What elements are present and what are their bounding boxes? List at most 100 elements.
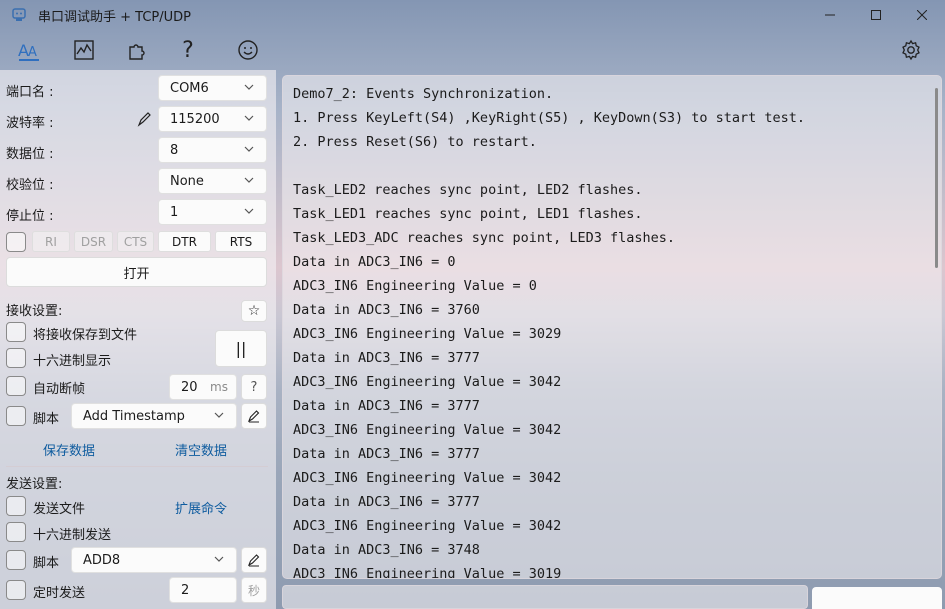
auto-frame-checkbox[interactable]: [6, 376, 26, 396]
parity-value: None: [170, 173, 204, 189]
receive-script-select[interactable]: Add Timestamp: [71, 403, 237, 429]
chevron-down-icon: [244, 146, 254, 152]
star-icon[interactable]: ☆: [241, 300, 267, 322]
window-title: 串口调试助手 + TCP/UDP: [38, 9, 191, 25]
baud-label: 波特率 :: [6, 116, 54, 131]
console-line: 2. Press Reset(S6) to restart.: [293, 134, 537, 150]
signal-ri: RI: [32, 231, 70, 252]
console-text: Demo7_2: Events Synchronization. 1. Press…: [293, 82, 806, 579]
toolbar: A A ?: [0, 30, 945, 70]
console-line: Data in ADC3_IN6 = 3777: [293, 398, 480, 414]
auto-frame-input[interactable]: 20 ms: [169, 374, 237, 400]
port-select[interactable]: COM6: [158, 75, 267, 101]
font-icon[interactable]: A A: [12, 34, 46, 66]
hex-send-label: 十六进制发送: [33, 528, 112, 543]
puzzle-icon[interactable]: [120, 34, 154, 66]
maximize-button[interactable]: [853, 0, 899, 30]
console-line: Data in ADC3_IN6 = 3777: [293, 350, 480, 366]
send-file-checkbox[interactable]: [6, 496, 26, 516]
console-line: ADC3_IN6 Engineering Value = 3019: [293, 566, 562, 579]
send-script-select[interactable]: ADD8: [71, 547, 237, 573]
parity-label: 校验位 :: [6, 178, 54, 193]
open-button[interactable]: 打开: [6, 257, 267, 287]
send-script-label: 脚本: [33, 556, 60, 571]
stopbits-select[interactable]: 1: [158, 199, 267, 225]
stopbits-value: 1: [170, 204, 179, 220]
baud-select[interactable]: 115200: [158, 106, 267, 132]
receive-console[interactable]: Demo7_2: Events Synchronization. 1. Press…: [282, 75, 942, 579]
send-script-value: ADD8: [83, 552, 121, 568]
settings-panel: 端口名 : COM6 波特率 : 115200 数据位 : 8 校验位 : No…: [0, 70, 276, 609]
auto-frame-value: 20: [181, 379, 198, 395]
send-header: 发送设置:: [6, 477, 63, 492]
hex-display-label: 十六进制显示: [33, 354, 112, 369]
console-line: ADC3_IN6 Engineering Value = 0: [293, 278, 537, 294]
timer-interval-value: 2: [181, 582, 190, 598]
section-divider: [6, 466, 268, 467]
receive-script-checkbox[interactable]: [6, 406, 26, 426]
chevron-down-icon: [244, 115, 254, 121]
save-to-file-label: 将接收保存到文件: [33, 328, 138, 343]
signal-cts: CTS: [117, 231, 154, 252]
save-to-file-checkbox[interactable]: [6, 322, 26, 342]
send-file-label: 发送文件: [33, 502, 86, 517]
svg-text:A: A: [28, 45, 37, 60]
signal-row: RI DSR CTS DTR RTS: [0, 231, 276, 253]
console-line: Data in ADC3_IN6 = 0: [293, 254, 456, 270]
receive-script-label: 脚本: [33, 412, 60, 427]
console-line: ADC3_IN6 Engineering Value = 3029: [293, 326, 562, 342]
send-button[interactable]: [812, 587, 942, 609]
signal-dsr: DSR: [74, 231, 113, 252]
pen-icon[interactable]: [136, 110, 152, 128]
minimize-button[interactable]: [807, 0, 853, 30]
databits-select[interactable]: 8: [158, 137, 267, 163]
console-line: ADC3_IN6 Engineering Value = 3042: [293, 374, 562, 390]
port-label: 端口名 :: [6, 85, 54, 100]
chevron-down-icon: [244, 177, 254, 183]
app-icon: [11, 7, 27, 23]
signal-checkbox[interactable]: [6, 232, 26, 252]
edit-send-script-icon[interactable]: [241, 547, 267, 573]
timer-interval-input[interactable]: 2: [169, 577, 237, 603]
stopbits-label: 停止位 :: [6, 209, 54, 224]
console-line: 1. Press KeyLeft(S4) ,KeyRight(S5) , Key…: [293, 110, 806, 126]
title-bar: 串口调试助手 + TCP/UDP: [0, 0, 945, 30]
rts-button[interactable]: RTS: [215, 231, 267, 252]
timer-send-checkbox[interactable]: [6, 580, 26, 600]
send-script-checkbox[interactable]: [6, 550, 26, 570]
dtr-button[interactable]: DTR: [158, 231, 211, 252]
console-line: Demo7_2: Events Synchronization.: [293, 86, 554, 102]
hex-display-checkbox[interactable]: [6, 348, 26, 368]
databits-label: 数据位 :: [6, 147, 54, 162]
timer-unit-label: 秒: [241, 577, 267, 603]
hex-send-checkbox[interactable]: [6, 522, 26, 542]
smiley-icon[interactable]: [231, 34, 265, 66]
console-line: Data in ADC3_IN6 = 3760: [293, 302, 480, 318]
port-value: COM6: [170, 80, 209, 96]
settings-icon[interactable]: [894, 34, 928, 66]
console-line: Data in ADC3_IN6 = 3748: [293, 542, 480, 558]
edit-script-icon[interactable]: [241, 403, 267, 429]
extend-command-link[interactable]: 扩展命令: [175, 498, 227, 517]
databits-value: 8: [170, 142, 179, 158]
console-line: Data in ADC3_IN6 = 3777: [293, 446, 480, 462]
chart-icon[interactable]: [67, 34, 101, 66]
console-line: ADC3_IN6 Engineering Value = 3042: [293, 470, 562, 486]
console-line: ADC3_IN6 Engineering Value = 3042: [293, 422, 562, 438]
chevron-down-icon: [214, 412, 224, 418]
baud-value: 115200: [170, 111, 220, 127]
console-line: Data in ADC3_IN6 = 3777: [293, 494, 480, 510]
parity-select[interactable]: None: [158, 168, 267, 194]
help-icon[interactable]: ?: [171, 34, 205, 66]
save-data-link[interactable]: 保存数据: [43, 440, 95, 459]
close-button[interactable]: [899, 0, 945, 30]
chevron-down-icon: [244, 208, 254, 214]
pause-button[interactable]: ||: [215, 330, 267, 367]
help-button[interactable]: ?: [241, 374, 267, 400]
console-scrollbar[interactable]: [935, 88, 938, 268]
clear-data-link[interactable]: 清空数据: [175, 440, 227, 459]
send-input[interactable]: [282, 585, 808, 609]
console-line: Task_LED2 reaches sync point, LED2 flash…: [293, 182, 643, 198]
auto-frame-unit: ms: [210, 380, 228, 394]
